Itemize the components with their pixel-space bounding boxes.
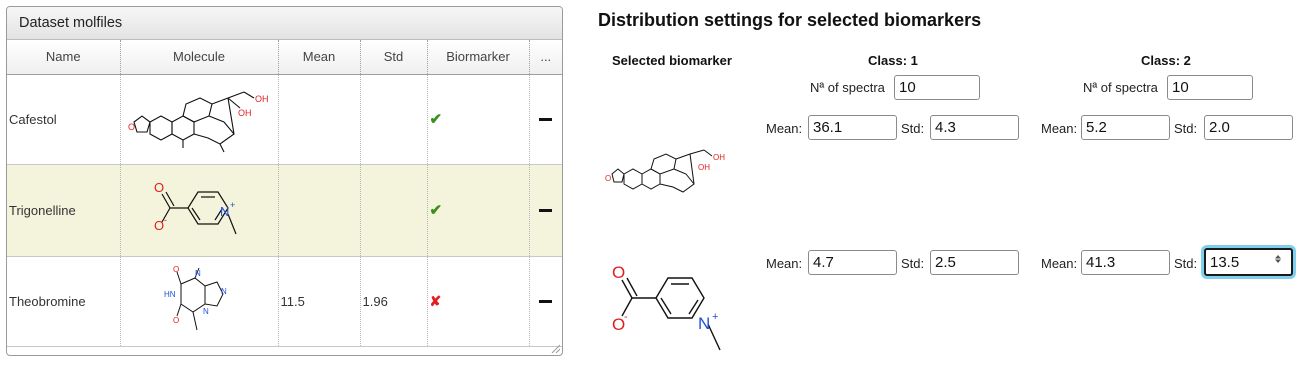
row-std: 1.96: [360, 256, 428, 347]
nitrogen-label: N: [203, 307, 209, 316]
class1-std-input[interactable]: [930, 115, 1019, 140]
minus-icon[interactable]: [539, 117, 553, 121]
cafestol-structure-icon: O OH OH: [605, 149, 725, 193]
column-header-name[interactable]: Name: [7, 40, 121, 75]
selected-biomarker-header: Selected biomarker: [612, 53, 732, 68]
row-mean: 11.5: [278, 256, 361, 347]
distribution-settings-title: Distribution settings for selected bioma…: [598, 10, 982, 30]
class1-mean-input[interactable]: [808, 250, 897, 275]
remove-row-button[interactable]: [529, 256, 562, 347]
remove-row-button[interactable]: [529, 164, 562, 257]
oxygen-label: O: [173, 316, 179, 325]
class1-mean-label: Mean:: [766, 256, 803, 271]
row-name: Cafestol: [7, 74, 121, 165]
row-std: [360, 74, 428, 165]
oh-label: OH: [698, 163, 710, 172]
class1-std-input[interactable]: [930, 250, 1019, 275]
class1-spectra-input[interactable]: [894, 75, 980, 100]
dataset-molfiles-panel: Dataset molfiles Name Molecule Mean Std …: [6, 6, 563, 356]
charge-label: +: [230, 200, 235, 210]
table-row[interactable]: Theobromine O O HN N N N 11.5 1.96 ✘: [7, 256, 562, 347]
row-std: [360, 164, 428, 257]
row-name: Theobromine: [7, 256, 121, 347]
class1-std-label: Std:: [901, 121, 925, 136]
distribution-settings-panel: Distribution settings for selected bioma…: [598, 0, 1310, 369]
resize-handle-icon[interactable]: [550, 343, 560, 353]
theobromine-structure-icon: O O HN N N N: [164, 265, 227, 331]
minus-icon[interactable]: [539, 299, 553, 303]
oxygen-label: O: [154, 218, 164, 233]
molfiles-table: Name Molecule Mean Std Biormarker ... Ca…: [7, 40, 562, 347]
column-header-mean[interactable]: Mean: [278, 40, 361, 75]
nitrogen-label: HN: [164, 290, 176, 299]
charge-label: -: [164, 215, 167, 225]
class1-mean-input[interactable]: [808, 115, 897, 140]
charge-label: +: [712, 311, 718, 323]
class1-header: Class: 1: [868, 53, 918, 68]
column-menu-button[interactable]: ...: [529, 40, 562, 75]
column-header-biomarker[interactable]: Biormarker: [427, 40, 530, 75]
column-header-std[interactable]: Std: [360, 40, 428, 75]
class1-std-label: Std:: [901, 256, 925, 271]
row-mean: [278, 164, 361, 257]
nitrogen-label: N: [220, 204, 229, 219]
oxygen-label: O: [173, 265, 179, 274]
class2-spectra-label: Nª of spectra: [1083, 80, 1158, 95]
molecule-cell: O O HN N N N: [120, 256, 279, 347]
class1-spectra-label: Nª of spectra: [810, 80, 885, 95]
oh-label: OH: [713, 153, 725, 162]
oxygen-label: O: [154, 180, 164, 195]
class2-std-input[interactable]: [1204, 115, 1293, 140]
svg-text:O: O: [128, 122, 135, 132]
table-header-row: Name Molecule Mean Std Biormarker ...: [7, 40, 562, 75]
class2-spectra-input[interactable]: [1167, 75, 1253, 100]
class1-mean-label: Mean:: [766, 121, 803, 136]
trigonelline-structure-icon: O O - N +: [612, 263, 721, 351]
cafestol-structure-icon: O OH OH: [128, 91, 269, 153]
class2-mean-label: Mean:: [1041, 256, 1078, 271]
trigonelline-structure-icon: O O - N +: [154, 180, 237, 235]
class2-header: Class: 2: [1141, 53, 1191, 68]
column-header-molecule[interactable]: Molecule: [120, 40, 279, 75]
biomarker-check-icon: ✔: [427, 164, 530, 257]
class2-mean-label: Mean:: [1041, 121, 1078, 136]
class2-std-label: Std:: [1174, 256, 1198, 271]
molecule-cell: O OH OH: [120, 74, 279, 165]
panel-title: Dataset molfiles: [7, 7, 562, 40]
table-row[interactable]: Cafestol O OH OH ✔: [7, 74, 562, 165]
class2-std-stepper[interactable]: [1204, 248, 1293, 276]
oh-label: OH: [238, 108, 252, 118]
molecule-cell: O O - N +: [120, 164, 279, 257]
class2-mean-input[interactable]: [1081, 115, 1170, 140]
row-mean: [278, 74, 361, 165]
class2-mean-input[interactable]: [1081, 250, 1170, 275]
oxygen-label: O: [612, 263, 625, 282]
biomarker-cross-icon: ✘: [427, 256, 530, 347]
table-row-selected[interactable]: Trigonelline O O - N + ✔: [7, 164, 562, 257]
minus-icon[interactable]: [539, 208, 553, 212]
svg-text:O: O: [605, 174, 611, 183]
class2-std-label: Std:: [1174, 121, 1198, 136]
oh-label: OH: [255, 94, 269, 104]
biomarker-check-icon: ✔: [427, 74, 530, 165]
nitrogen-label: N: [221, 287, 227, 296]
row-name: Trigonelline: [7, 164, 121, 257]
remove-row-button[interactable]: [529, 74, 562, 165]
stepper-arrows-icon[interactable]: [1275, 255, 1281, 263]
nitrogen-label: N: [698, 314, 710, 333]
nitrogen-label: N: [195, 269, 201, 278]
charge-label: -: [624, 311, 628, 323]
